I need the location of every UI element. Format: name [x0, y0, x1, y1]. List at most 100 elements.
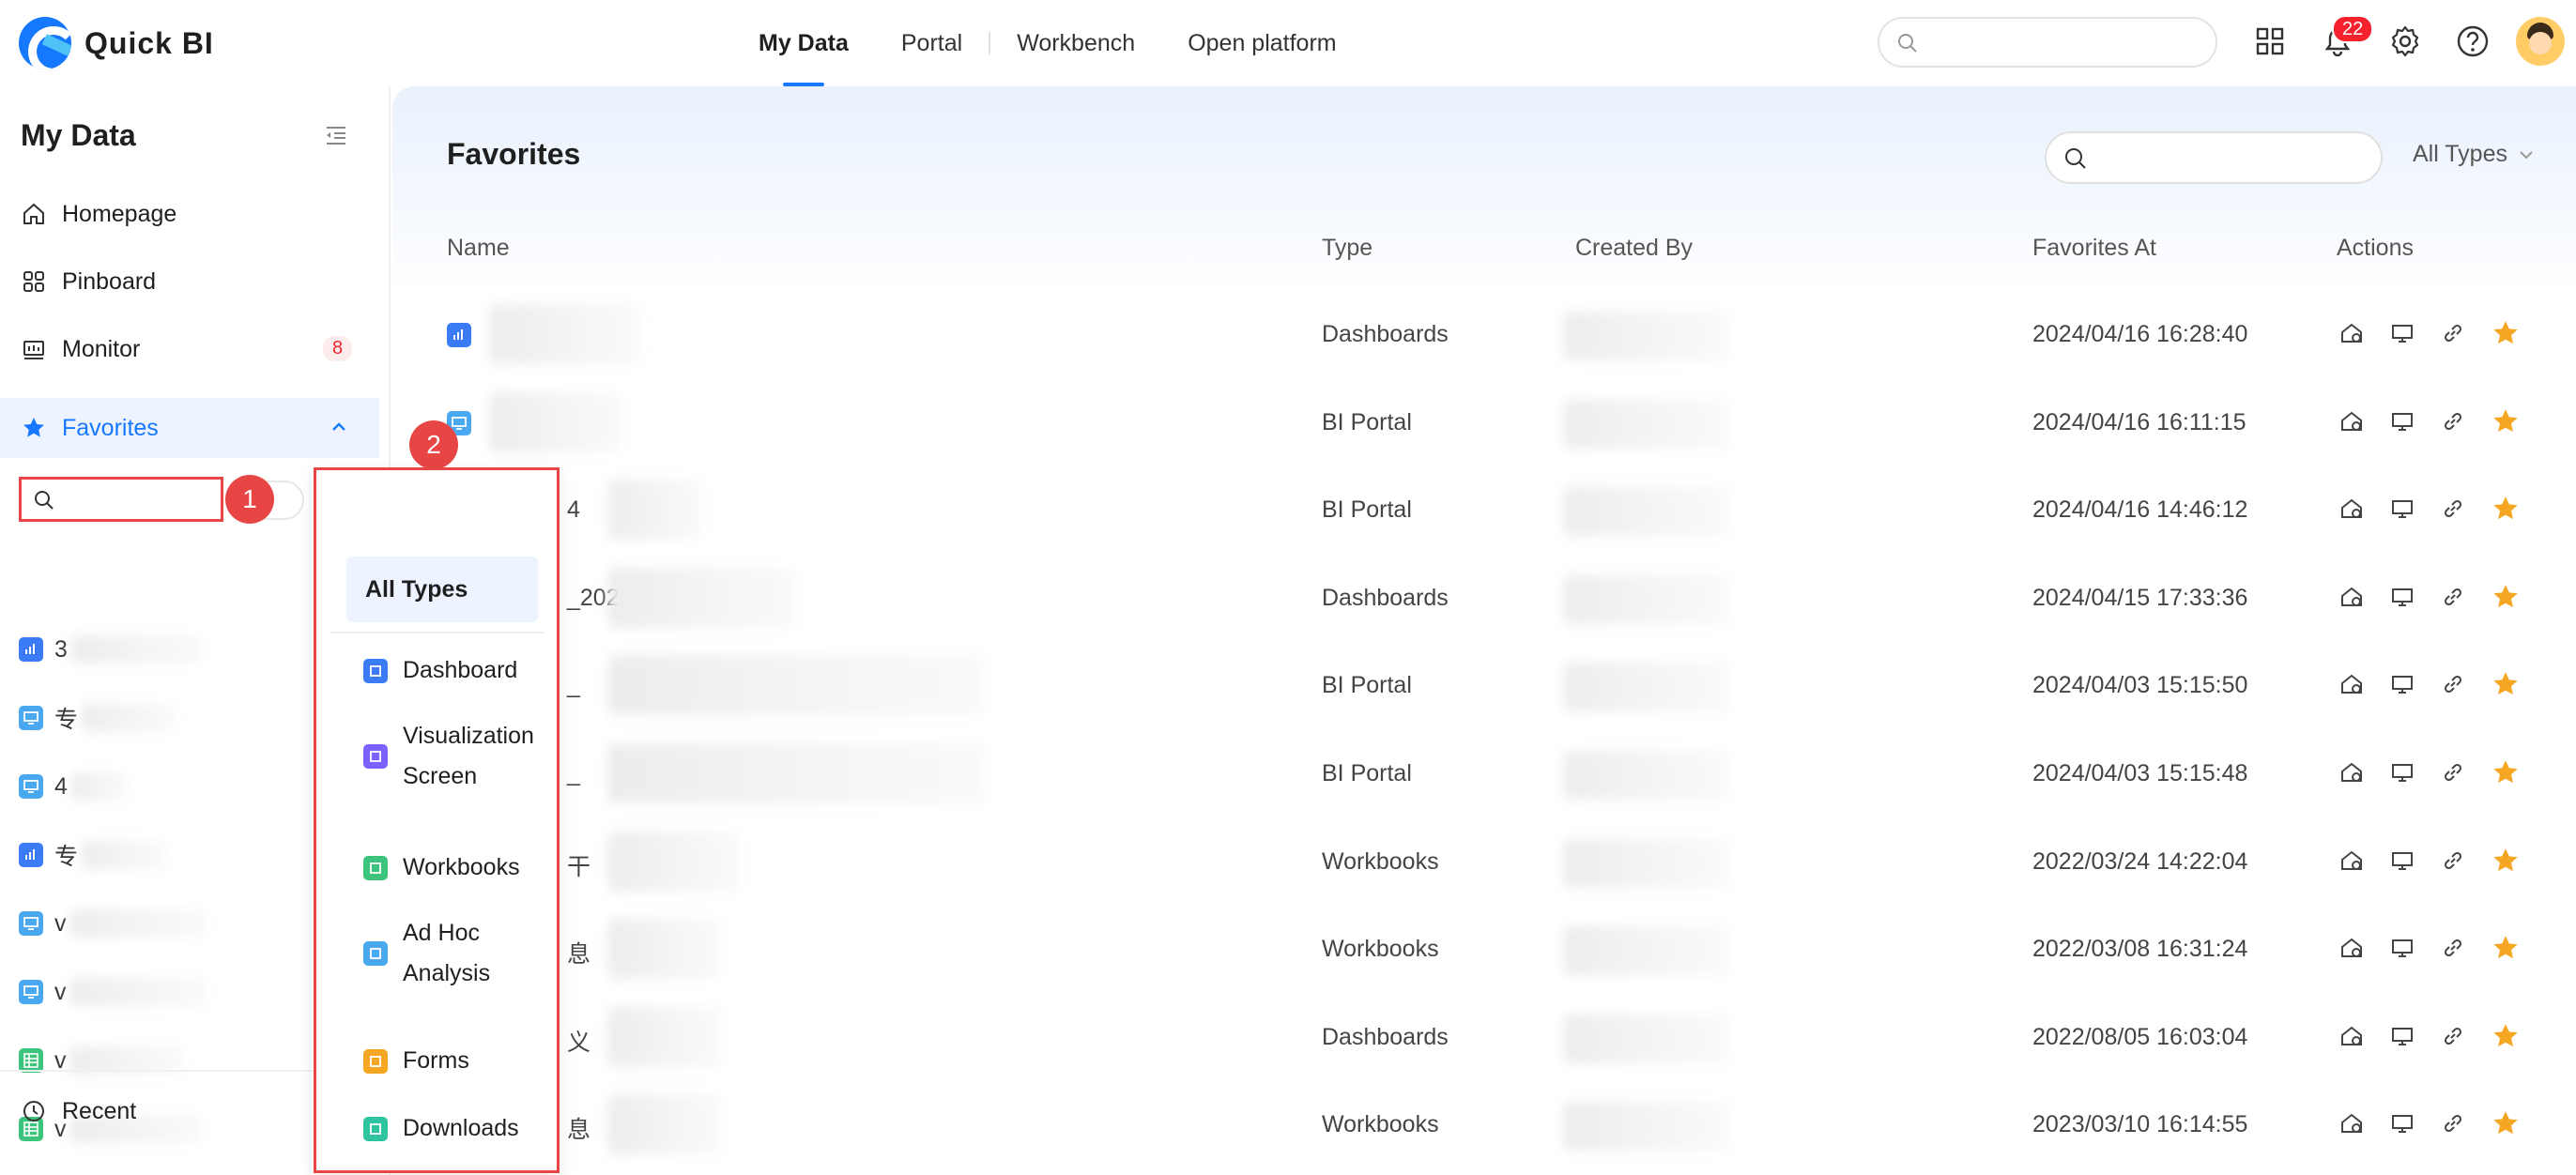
favorite-star-icon[interactable]	[2492, 583, 2520, 611]
type-filter-option[interactable]: Forms	[363, 1041, 469, 1081]
favorite-star-icon[interactable]	[2492, 319, 2520, 347]
share-to-home-icon[interactable]	[2338, 934, 2366, 962]
row-favorited-at: 2024/04/03 15:15:48	[2032, 760, 2248, 786]
sidebar-item-homepage[interactable]: Homepage	[0, 184, 379, 244]
share-to-home-icon[interactable]	[2338, 758, 2366, 786]
sidebar-item-favorites[interactable]: Favorites	[0, 398, 379, 458]
share-to-home-icon[interactable]	[2338, 1022, 2366, 1050]
row-name[interactable]: 息	[567, 936, 590, 969]
favorite-star-icon[interactable]	[2492, 407, 2520, 435]
present-screen-icon[interactable]	[2388, 407, 2416, 435]
copy-link-icon[interactable]	[2439, 495, 2467, 523]
favorite-star-icon[interactable]	[2492, 495, 2520, 523]
favorite-star-icon[interactable]	[2492, 1022, 2520, 1050]
share-to-home-icon[interactable]	[2338, 495, 2366, 523]
row-type: BI Portal	[1322, 408, 1412, 435]
copy-link-icon[interactable]	[2439, 847, 2467, 875]
present-screen-icon[interactable]	[2388, 670, 2416, 698]
share-to-home-icon[interactable]	[2338, 583, 2366, 611]
share-to-home-icon[interactable]	[2338, 319, 2366, 347]
present-screen-icon[interactable]	[2388, 495, 2416, 523]
table-row[interactable]: 义 Dashboards 2022/08/05 16:03:04	[392, 994, 2576, 1082]
help-question-icon[interactable]	[2452, 21, 2493, 62]
table-row[interactable]: 4 BI Portal 2024/04/16 14:46:12	[392, 466, 2576, 555]
sidebar-item-pinboard[interactable]: Pinboard	[0, 252, 379, 312]
app-logo[interactable]: Quick BI	[19, 17, 214, 69]
redacted-name-blur	[490, 391, 621, 452]
global-search-input[interactable]	[1878, 17, 2217, 68]
type-filter-option[interactable]: Downloads	[363, 1108, 519, 1149]
share-to-home-icon[interactable]	[2338, 847, 2366, 875]
share-to-home-icon[interactable]	[2338, 407, 2366, 435]
copy-link-icon[interactable]	[2439, 583, 2467, 611]
share-to-home-icon[interactable]	[2338, 670, 2366, 698]
favorite-list-item[interactable]: 专	[19, 836, 207, 874]
type-filter-option[interactable]: Visualization Screen	[363, 716, 544, 797]
present-screen-icon[interactable]	[2388, 847, 2416, 875]
type-filter-option[interactable]: Ad Hoc Analysis	[363, 913, 544, 994]
present-screen-icon[interactable]	[2388, 583, 2416, 611]
copy-link-icon[interactable]	[2439, 1109, 2467, 1137]
row-favorited-at: 2024/04/16 16:28:40	[2032, 321, 2248, 347]
type-filter-all-types[interactable]: All Types	[346, 557, 538, 622]
favorite-star-icon[interactable]	[2492, 934, 2520, 962]
type-filter-option[interactable]: Workbooks	[363, 847, 520, 888]
favorites-search-input[interactable]	[19, 477, 223, 522]
table-row[interactable]: _ BI Portal 2024/04/03 15:15:50	[392, 642, 2576, 730]
table-row[interactable]: 息 Workbooks 2023/03/10 16:14:55	[392, 1081, 2576, 1169]
redacted-creator-blur	[1564, 399, 1729, 449]
row-name[interactable]: 干	[567, 848, 590, 882]
nav-portal[interactable]: Portal	[875, 0, 989, 86]
table-row[interactable]: 干 Workbooks 2022/03/24 14:22:04	[392, 818, 2576, 907]
table-row[interactable]: BI Portal 2024/04/16 16:11:15	[392, 379, 2576, 467]
row-name[interactable]: 4	[567, 496, 580, 524]
copy-link-icon[interactable]	[2439, 934, 2467, 962]
row-name[interactable]: _	[567, 760, 580, 787]
copy-link-icon[interactable]	[2439, 407, 2467, 435]
collapse-sidebar-icon[interactable]	[323, 122, 349, 148]
favorite-list-item[interactable]: 3	[19, 631, 207, 668]
favorite-list-item[interactable]: 4	[19, 768, 207, 805]
nav-open-platform[interactable]: Open platform	[1161, 0, 1362, 86]
row-name[interactable]: 义	[567, 1024, 590, 1058]
favorite-list-item[interactable]: v	[19, 905, 207, 942]
present-screen-icon[interactable]	[2388, 1022, 2416, 1050]
table-row[interactable]: 息 Workbooks 2022/03/08 16:31:24	[392, 906, 2576, 994]
sidebar-item-monitor[interactable]: Monitor 8	[0, 319, 379, 379]
redacted-name-blur	[82, 704, 176, 732]
favorite-star-icon[interactable]	[2492, 670, 2520, 698]
favorite-list-item[interactable]: v	[19, 973, 207, 1011]
nav-workbench[interactable]: Workbench	[990, 0, 1161, 86]
copy-link-icon[interactable]	[2439, 319, 2467, 347]
copy-link-icon[interactable]	[2439, 1022, 2467, 1050]
favorite-star-icon[interactable]	[2492, 1109, 2520, 1137]
redacted-name-blur	[608, 743, 984, 803]
apps-grid-icon[interactable]	[2249, 21, 2291, 62]
copy-link-icon[interactable]	[2439, 758, 2467, 786]
row-name[interactable]: _	[567, 672, 580, 699]
share-to-home-icon[interactable]	[2338, 1109, 2366, 1137]
redacted-name-blur	[608, 1006, 721, 1067]
favorite-star-icon[interactable]	[2492, 758, 2520, 786]
favorites-table-search-input[interactable]	[2045, 131, 2383, 184]
present-screen-icon[interactable]	[2388, 1109, 2416, 1137]
favorite-list-item[interactable]: 专	[19, 699, 207, 737]
present-screen-icon[interactable]	[2388, 934, 2416, 962]
user-avatar[interactable]	[2516, 17, 2565, 66]
type-select-dropdown[interactable]: All Types	[2413, 141, 2536, 168]
favorite-star-icon[interactable]	[2492, 847, 2520, 875]
nav-my-data[interactable]: My Data	[732, 0, 875, 86]
copy-link-icon[interactable]	[2439, 670, 2467, 698]
table-row[interactable]: _ BI Portal 2024/04/03 15:15:48	[392, 730, 2576, 818]
chevron-up-icon[interactable]	[329, 417, 349, 437]
settings-gear-icon[interactable]	[2384, 21, 2426, 62]
table-row[interactable]: Dashboards 2024/04/16 16:28:40	[392, 291, 2576, 379]
type-filter-option[interactable]: Dashboard	[363, 650, 517, 691]
sidebar-title: My Data	[21, 118, 136, 152]
present-screen-icon[interactable]	[2388, 758, 2416, 786]
row-favorited-at: 2022/03/24 14:22:04	[2032, 847, 2248, 875]
present-screen-icon[interactable]	[2388, 319, 2416, 347]
row-name[interactable]: 息	[567, 1111, 590, 1145]
favorite-list-item[interactable]: v	[19, 1042, 207, 1079]
table-row[interactable]: _2024 Dashboards 2024/04/15 17:33:36	[392, 555, 2576, 643]
